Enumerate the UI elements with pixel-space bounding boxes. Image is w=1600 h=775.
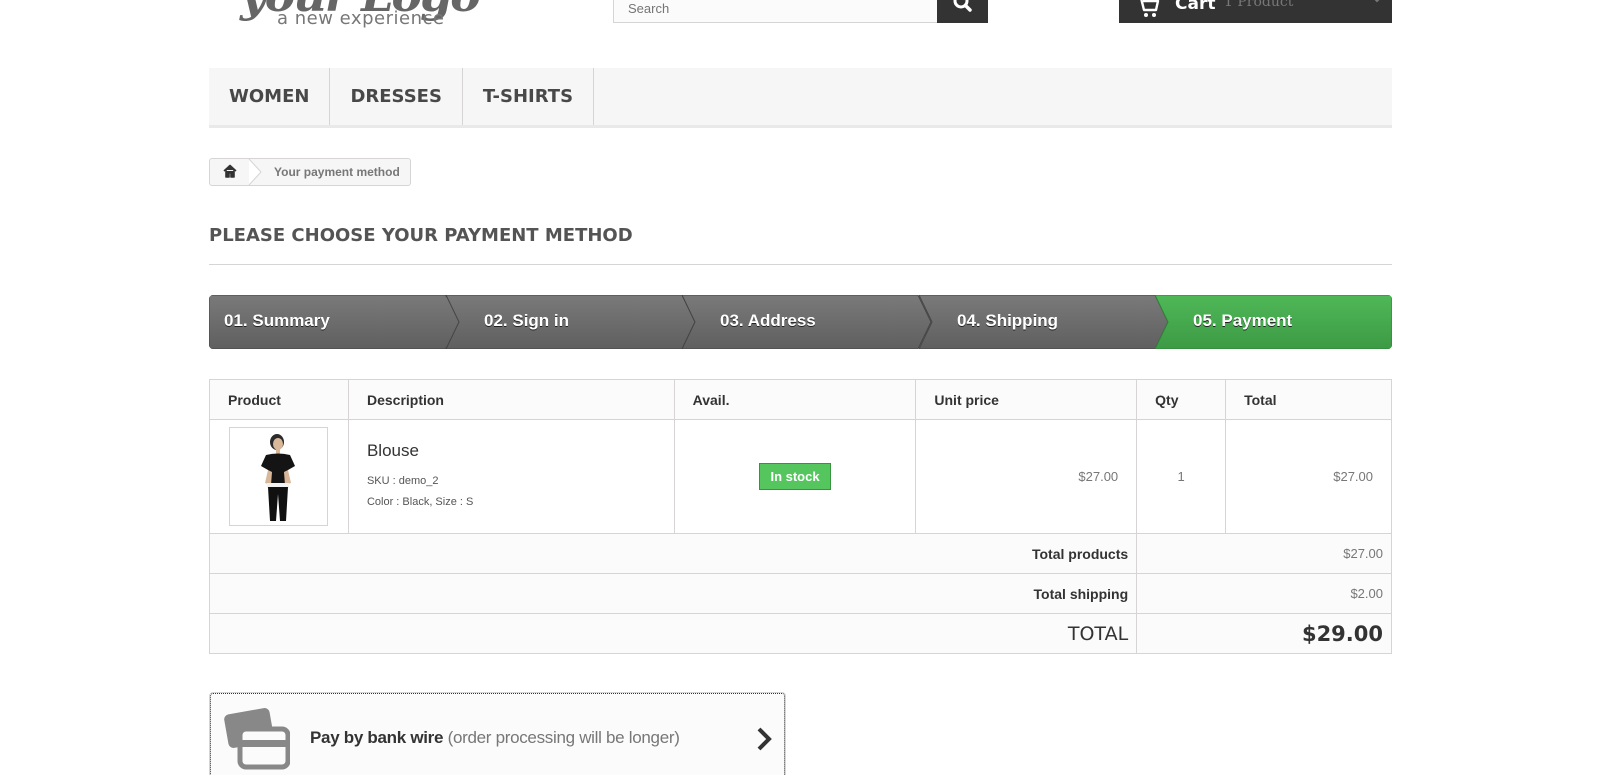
search-input[interactable] bbox=[613, 0, 938, 23]
menu-item-women[interactable]: WOMEN bbox=[209, 68, 331, 125]
total-products-row: Total products $27.00 bbox=[208, 533, 1392, 574]
step-summary[interactable]: 01. Summary bbox=[209, 295, 459, 349]
shop-logo[interactable]: your Logo a new experience bbox=[232, 0, 522, 34]
col-qty: Qty bbox=[1136, 379, 1227, 420]
page-title: PLEASE CHOOSE YOUR PAYMENT METHOD bbox=[209, 224, 1392, 265]
product-image[interactable] bbox=[229, 427, 328, 526]
total-shipping-label: Total shipping bbox=[208, 573, 1138, 614]
breadcrumb-separator-icon bbox=[248, 159, 262, 185]
grand-total-value: $29.00 bbox=[1136, 613, 1392, 654]
cart-summary-table: Product Description Avail. Unit price Qt… bbox=[208, 379, 1392, 654]
step-shipping-label: 04. Shipping bbox=[957, 311, 1059, 330]
col-availability: Avail. bbox=[673, 379, 917, 420]
chevron-down-icon bbox=[1374, 0, 1380, 3]
breadcrumb-home[interactable] bbox=[210, 159, 252, 185]
step-payment-label: 05. Payment bbox=[1193, 311, 1293, 330]
step-address-label: 03. Address bbox=[720, 311, 816, 330]
product-thumb-cell bbox=[209, 419, 349, 534]
breadcrumb-current: Your payment method bbox=[274, 165, 400, 179]
pay-option-title: Pay by bank wire bbox=[310, 728, 444, 747]
menu-item-tshirts[interactable]: T-SHIRTS bbox=[463, 68, 595, 125]
col-total: Total bbox=[1225, 379, 1392, 420]
product-attributes[interactable]: Color : Black, Size : S bbox=[367, 492, 674, 513]
total-products-label: Total products bbox=[208, 533, 1138, 574]
cart-label: Cart bbox=[1175, 0, 1216, 14]
step-shipping[interactable]: 04. Shipping bbox=[919, 295, 1169, 349]
search-box bbox=[613, 0, 988, 23]
pay-option-text: Pay by bank wire (order processing will … bbox=[310, 693, 680, 775]
table-header-row: Product Description Avail. Unit price Qt… bbox=[209, 379, 1392, 420]
line-total-cell: $27.00 bbox=[1225, 419, 1392, 534]
top-menu: WOMEN DRESSES T-SHIRTS bbox=[209, 68, 1392, 128]
step-payment: 05. Payment bbox=[1155, 295, 1392, 349]
search-icon bbox=[953, 0, 972, 12]
grand-total-row: TOTAL $29.00 bbox=[208, 613, 1392, 654]
table-row: Blouse SKU : demo_2 Color : Black, Size … bbox=[209, 419, 1392, 534]
cart-icon bbox=[1140, 0, 1160, 17]
total-shipping-value: $2.00 bbox=[1136, 573, 1392, 614]
pay-by-bank-wire-option[interactable]: Pay by bank wire (order processing will … bbox=[209, 692, 786, 775]
home-icon bbox=[223, 164, 237, 178]
step-sign-in-label: 02. Sign in bbox=[484, 311, 570, 330]
step-sign-in[interactable]: 02. Sign in bbox=[446, 295, 696, 349]
step-address[interactable]: 03. Address bbox=[682, 295, 932, 349]
step-summary-label: 01. Summary bbox=[224, 311, 330, 330]
in-stock-badge: In stock bbox=[759, 463, 831, 490]
total-products-value: $27.00 bbox=[1136, 533, 1392, 574]
col-product: Product bbox=[209, 379, 349, 420]
col-description: Description bbox=[347, 379, 675, 420]
product-description-cell: Blouse SKU : demo_2 Color : Black, Size … bbox=[347, 419, 675, 534]
product-name[interactable]: Blouse bbox=[367, 441, 674, 461]
unit-price-cell: $27.00 bbox=[915, 419, 1138, 534]
total-shipping-row: Total shipping $2.00 bbox=[208, 573, 1392, 614]
grand-total-label: TOTAL bbox=[208, 613, 1138, 654]
bank-card-icon bbox=[224, 708, 290, 770]
availability-cell: In stock bbox=[673, 419, 917, 534]
cart-quantity: 1 Product bbox=[1224, 0, 1294, 10]
product-sku: SKU : demo_2 bbox=[366, 474, 439, 487]
checkout-steps: 01. Summary 02. Sign in 03. Address 04. … bbox=[209, 295, 1392, 349]
chevron-right-icon bbox=[757, 727, 772, 751]
cart-block[interactable]: Cart 1 Product bbox=[1119, 0, 1392, 23]
col-unit-price: Unit price bbox=[915, 379, 1138, 420]
blouse-product-image bbox=[261, 434, 295, 521]
pay-option-note: (order processing will be longer) bbox=[447, 728, 680, 747]
search-button[interactable] bbox=[937, 0, 988, 23]
qty-cell: 1 bbox=[1136, 419, 1227, 534]
breadcrumb: Your payment method bbox=[209, 158, 411, 186]
menu-item-dresses[interactable]: DRESSES bbox=[330, 68, 463, 125]
logo-tagline: a new experience bbox=[277, 8, 445, 29]
